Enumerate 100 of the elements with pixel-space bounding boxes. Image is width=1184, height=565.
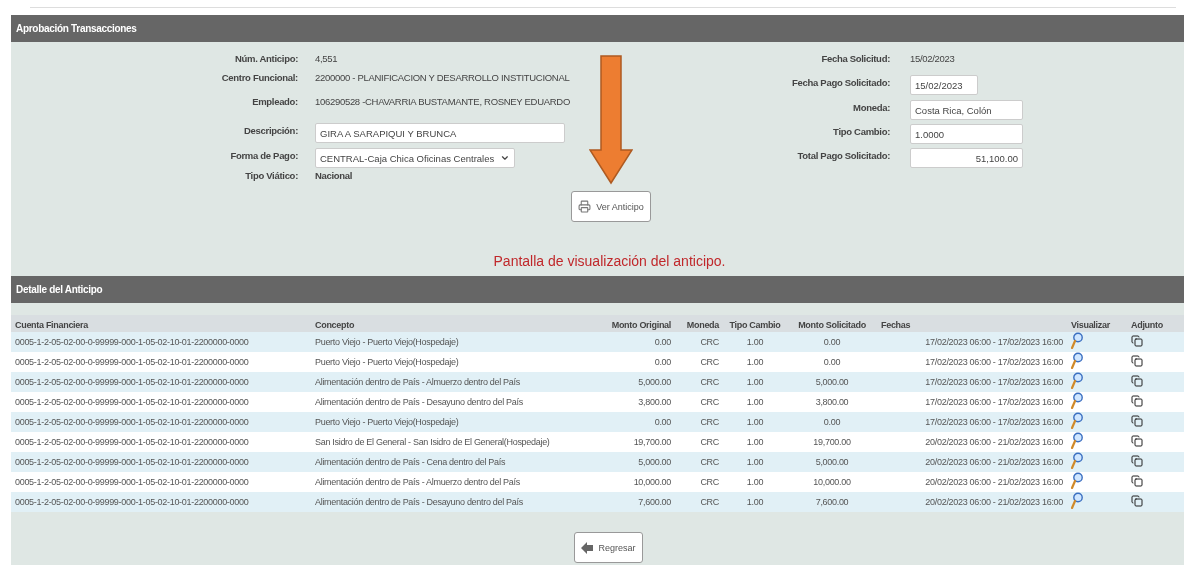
table-cell: San Isidro de El General - San Isidro de El General(Hospedaje) bbox=[311, 432, 583, 452]
table-cell: 20/02/2023 06:00 - 21/02/2023 16:00 bbox=[877, 492, 1067, 512]
text-field[interactable]: GIRA A SARAPIQUI Y BRUNCA bbox=[315, 123, 565, 143]
text-field[interactable]: Costa Rica, Colón bbox=[910, 100, 1023, 120]
column-header: Cuenta Financiera bbox=[11, 315, 311, 332]
table-cell: 10,000.00 bbox=[787, 472, 877, 492]
attachment-icon[interactable] bbox=[1131, 494, 1143, 507]
attachment-icon[interactable] bbox=[1131, 354, 1143, 367]
table-cell: 0005-1-2-05-02-00-0-99999-000-1-05-02-10-01-2200000-0000 bbox=[11, 432, 311, 452]
date-field[interactable]: 15/02/2023 bbox=[910, 75, 978, 95]
table-cell: CRC bbox=[675, 372, 723, 392]
amount-field[interactable]: 51,100.00 bbox=[910, 148, 1023, 168]
section-header: Aprobación Transacciones bbox=[11, 15, 1184, 42]
table-cell: 0005-1-2-05-02-00-0-99999-000-1-05-02-10-01-2200000-0000 bbox=[11, 412, 311, 432]
section-header: Detalle del Anticipo bbox=[11, 276, 1184, 303]
field-label: Tipo Cambio: bbox=[832, 125, 890, 139]
table-cell: 1.00 bbox=[723, 352, 787, 372]
table-cell: 17/02/2023 06:00 - 17/02/2023 16:00 bbox=[877, 332, 1067, 352]
table-cell: 0.00 bbox=[583, 412, 675, 432]
back-button[interactable]: Regresar bbox=[574, 532, 643, 563]
table-cell: 20/02/2023 06:00 - 21/02/2023 16:00 bbox=[877, 432, 1067, 452]
table-cell: 0.00 bbox=[787, 412, 877, 432]
annotation-text: Pantalla de visualización del anticipo. bbox=[492, 253, 726, 269]
magnifier-icon[interactable] bbox=[1071, 372, 1083, 389]
table-cell: CRC bbox=[675, 452, 723, 472]
table-cell: 1.00 bbox=[723, 452, 787, 472]
table-cell: 0.00 bbox=[787, 332, 877, 352]
column-header: Monto Solicitado bbox=[787, 315, 877, 332]
magnifier-icon[interactable] bbox=[1071, 492, 1083, 509]
attachment-icon[interactable] bbox=[1131, 394, 1143, 407]
attachment-icon[interactable] bbox=[1131, 334, 1143, 347]
table-cell: 3,800.00 bbox=[583, 392, 675, 412]
table-cell: 1.00 bbox=[723, 492, 787, 512]
table-cell: 5,000.00 bbox=[787, 372, 877, 392]
table-cell: Alimentación dentro de País - Cena dentro del País bbox=[311, 452, 583, 472]
table-cell: 0005-1-2-05-02-00-0-99999-000-1-05-02-10-01-2200000-0000 bbox=[11, 392, 311, 412]
table-cell: Alimentación dentro de País - Desayuno dentro del País bbox=[311, 492, 583, 512]
table-cell: 0.00 bbox=[583, 332, 675, 352]
table-cell: 1.00 bbox=[723, 472, 787, 492]
field-value: 106290528 -CHAVARRIA BUSTAMANTE, ROSNEY EDUARDO bbox=[315, 96, 571, 107]
table-cell: 19,700.00 bbox=[583, 432, 675, 452]
chevron-icon bbox=[500, 153, 510, 163]
printer-icon bbox=[578, 200, 592, 213]
column-header: Adjunto bbox=[1127, 315, 1184, 332]
table-cell: 0.00 bbox=[583, 352, 675, 372]
table-cell: 20/02/2023 06:00 - 21/02/2023 16:00 bbox=[877, 472, 1067, 492]
column-header: Concepto bbox=[311, 315, 583, 332]
magnifier-icon[interactable] bbox=[1071, 332, 1083, 349]
table-cell: 1.00 bbox=[723, 372, 787, 392]
table-cell: 1.00 bbox=[723, 412, 787, 432]
payment-select[interactable]: CENTRAL-Caja Chica Oficinas Centrales bbox=[315, 148, 515, 168]
column-header: Monto Original bbox=[583, 315, 675, 332]
table-cell: 0005-1-2-05-02-00-0-99999-000-1-05-02-10-01-2200000-0000 bbox=[11, 332, 311, 352]
table-cell: 20/02/2023 06:00 - 21/02/2023 16:00 bbox=[877, 452, 1067, 472]
table-cell: 1.00 bbox=[723, 432, 787, 452]
table-cell: 7,600.00 bbox=[787, 492, 877, 512]
attachment-icon[interactable] bbox=[1131, 414, 1143, 427]
attachment-icon[interactable] bbox=[1131, 454, 1143, 467]
table-cell: 5,000.00 bbox=[787, 452, 877, 472]
table-cell: Puerto Viejo - Puerto Viejo(Hospedaje) bbox=[311, 352, 583, 372]
table-cell: 1.00 bbox=[723, 392, 787, 412]
magnifier-icon[interactable] bbox=[1071, 412, 1083, 429]
table-cell: CRC bbox=[675, 412, 723, 432]
field-label: Descripción: bbox=[243, 124, 298, 138]
table-cell: 0005-1-2-05-02-00-0-99999-000-1-05-02-10-01-2200000-0000 bbox=[11, 492, 311, 512]
magnifier-icon[interactable] bbox=[1071, 432, 1083, 449]
attachment-icon[interactable] bbox=[1131, 434, 1143, 447]
table-cell: 3,800.00 bbox=[787, 392, 877, 412]
column-header: Visualizar bbox=[1067, 315, 1127, 332]
field-value: 15/02/2023 bbox=[910, 53, 956, 64]
table-cell: CRC bbox=[675, 492, 723, 512]
field-label: Fecha Pago Solicitado: bbox=[791, 76, 890, 90]
table-cell: 0.00 bbox=[787, 352, 877, 372]
attachment-icon[interactable] bbox=[1131, 374, 1143, 387]
magnifier-icon[interactable] bbox=[1071, 472, 1083, 489]
field-value: 2200000 - PLANIFICACION Y DESARROLLO INSTITUCIONAL bbox=[315, 72, 571, 83]
text-field[interactable]: 1.0000 bbox=[910, 124, 1023, 144]
table-cell: 0005-1-2-05-02-00-0-99999-000-1-05-02-10-01-2200000-0000 bbox=[11, 372, 311, 392]
field-label: Total Pago Solicitado: bbox=[796, 149, 890, 163]
table-cell: Alimentación dentro de País - Almuerzo dentro del País bbox=[311, 472, 583, 492]
magnifier-icon[interactable] bbox=[1071, 352, 1083, 369]
magnifier-icon[interactable] bbox=[1071, 392, 1083, 409]
table-cell: 17/02/2023 06:00 - 17/02/2023 16:00 bbox=[877, 412, 1067, 432]
magnifier-icon[interactable] bbox=[1071, 452, 1083, 469]
field-label: Forma de Pago: bbox=[229, 149, 298, 163]
table-cell: 19,700.00 bbox=[787, 432, 877, 452]
view-advance-button[interactable]: Ver Anticipo bbox=[571, 191, 651, 222]
field-label: Fecha Solicitud: bbox=[820, 53, 890, 66]
arrow-icon bbox=[589, 55, 633, 185]
field-value: 4,551 bbox=[315, 53, 339, 64]
column-header: Fechas bbox=[877, 315, 1067, 332]
field-label: Empleado: bbox=[251, 96, 298, 109]
field-label: Moneda: bbox=[852, 101, 890, 115]
field-label: Núm. Anticipo: bbox=[234, 53, 298, 66]
table-cell: 17/02/2023 06:00 - 17/02/2023 16:00 bbox=[877, 392, 1067, 412]
table-cell: CRC bbox=[675, 332, 723, 352]
table-cell: CRC bbox=[675, 472, 723, 492]
table-cell: CRC bbox=[675, 392, 723, 412]
table-cell: Puerto Viejo - Puerto Viejo(Hospedaje) bbox=[311, 412, 583, 432]
attachment-icon[interactable] bbox=[1131, 474, 1143, 487]
